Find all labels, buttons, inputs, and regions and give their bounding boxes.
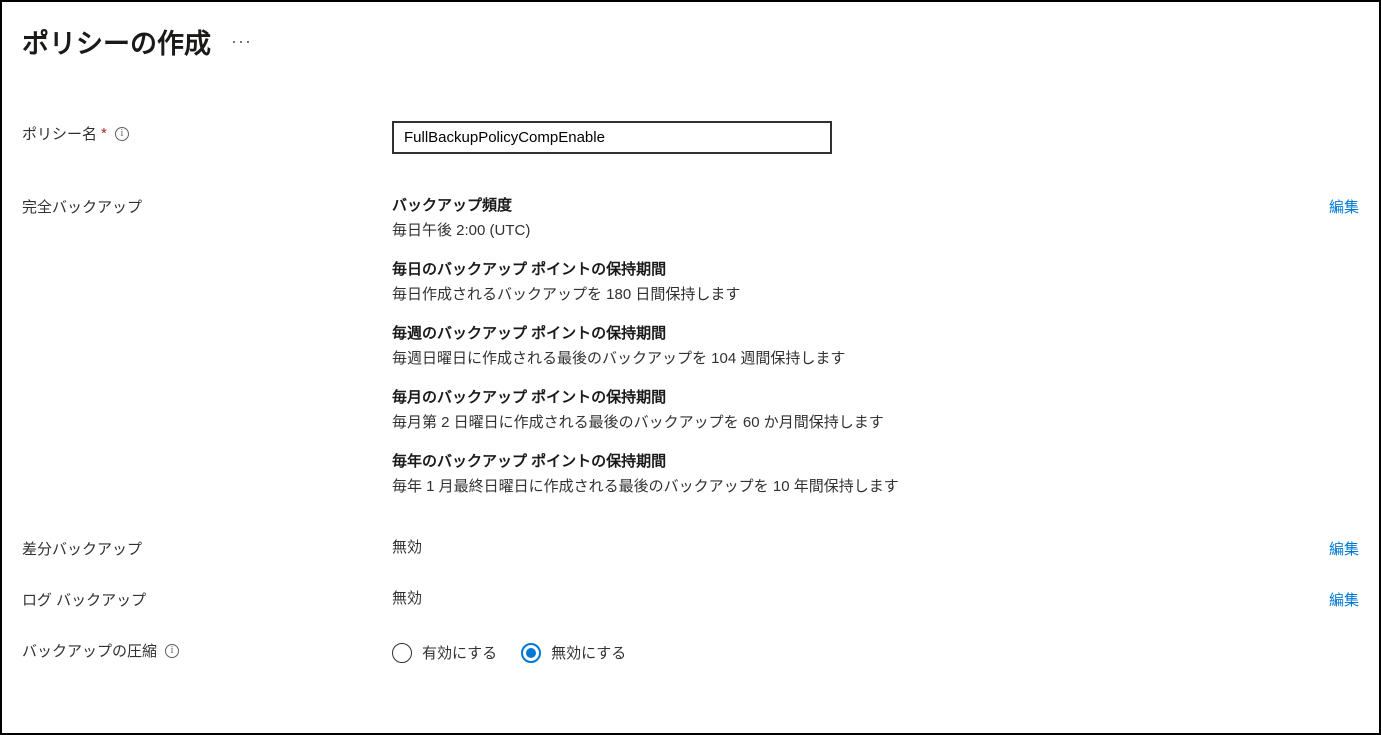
compression-disable-radio[interactable]: 無効にする [521, 642, 626, 663]
full-backup-content: バックアップ頻度毎日午後 2:00 (UTC) 毎日のバックアップ ポイントの保持… [392, 194, 1359, 496]
diff-backup-row: 差分バックアップ 無効 編集 [22, 536, 1359, 559]
log-backup-label: ログ バックアップ [22, 587, 392, 610]
log-backup-value: 無効 [392, 590, 422, 607]
radio-dot-icon [526, 648, 536, 658]
full-backup-edit-link[interactable]: 編集 [1329, 196, 1359, 217]
full-backup-section-heading: バックアップ頻度 [392, 194, 1299, 215]
compression-row: バックアップの圧縮 i 有効にする 無効にする [22, 638, 1359, 663]
compression-radio-group: 有効にする 無効にする [392, 642, 1299, 663]
policy-name-label-text: ポリシー名 [22, 123, 97, 144]
diff-backup-value: 無効 [392, 539, 422, 556]
info-icon[interactable]: i [115, 127, 129, 141]
diff-backup-content: 無効 [392, 536, 1359, 557]
policy-name-label: ポリシー名 * i [22, 121, 392, 144]
full-backup-label: 完全バックアップ [22, 194, 392, 217]
log-backup-row: ログ バックアップ 無効 編集 [22, 587, 1359, 610]
log-backup-content: 無効 [392, 587, 1359, 608]
log-backup-edit-link[interactable]: 編集 [1329, 589, 1359, 610]
full-backup-section-heading: 毎週のバックアップ ポイントの保持期間 [392, 322, 1299, 343]
full-backup-section-desc: 毎週日曜日に作成される最後のバックアップを 104 週間保持します [392, 347, 1299, 368]
full-backup-section-heading: 毎日のバックアップ ポイントの保持期間 [392, 258, 1299, 279]
diff-backup-label: 差分バックアップ [22, 536, 392, 559]
compression-enable-label: 有効にする [422, 642, 497, 663]
full-backup-section-heading: 毎年のバックアップ ポイントの保持期間 [392, 450, 1299, 471]
page-title: ポリシーの作成 [22, 22, 211, 61]
policy-name-input[interactable] [392, 121, 832, 154]
compression-disable-label: 無効にする [551, 642, 626, 663]
compression-enable-radio[interactable]: 有効にする [392, 642, 497, 663]
policy-name-content [392, 121, 1359, 154]
radio-circle-icon [392, 643, 412, 663]
more-actions-button[interactable]: ··· [231, 31, 252, 52]
full-backup-section-desc: 毎年 1 月最終日曜日に作成される最後のバックアップを 10 年間保持します [392, 475, 1299, 496]
compression-content: 有効にする 無効にする [392, 638, 1359, 663]
info-icon[interactable]: i [165, 644, 179, 658]
full-backup-section-heading: 毎月のバックアップ ポイントの保持期間 [392, 386, 1299, 407]
full-backup-section-desc: 毎日作成されるバックアップを 180 日間保持します [392, 283, 1299, 304]
page-header: ポリシーの作成 ··· [22, 22, 1359, 61]
required-indicator: * [101, 125, 107, 142]
diff-backup-edit-link[interactable]: 編集 [1329, 538, 1359, 559]
compression-label: バックアップの圧縮 i [22, 638, 392, 661]
full-backup-section-desc: 毎月第 2 日曜日に作成される最後のバックアップを 60 か月間保持します [392, 411, 1299, 432]
policy-name-row: ポリシー名 * i [22, 121, 1359, 154]
compression-label-text: バックアップの圧縮 [22, 640, 157, 661]
radio-circle-selected-icon [521, 643, 541, 663]
full-backup-row: 完全バックアップ バックアップ頻度毎日午後 2:00 (UTC) 毎日のバックアッ… [22, 194, 1359, 496]
full-backup-section-desc: 毎日午後 2:00 (UTC) [392, 219, 1299, 240]
